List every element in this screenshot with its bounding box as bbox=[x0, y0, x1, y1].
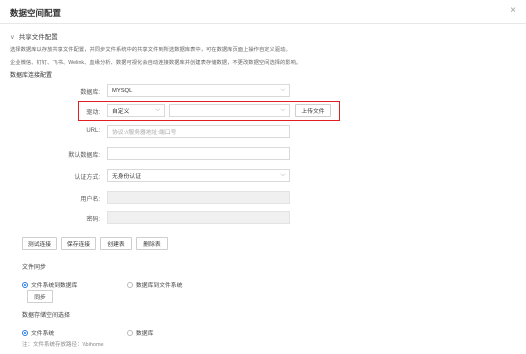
auth-label: 认证方式: bbox=[74, 175, 100, 181]
delete-table-button[interactable]: 删除表 bbox=[136, 237, 168, 250]
section-header[interactable]: ∨ 共享文件配置 bbox=[10, 31, 58, 41]
database-value: MYSQL bbox=[112, 87, 133, 94]
sync-option-db-to-fs[interactable]: 数据库到文件系统 bbox=[127, 276, 182, 294]
database-select[interactable]: MYSQL ⌵ bbox=[107, 84, 290, 97]
database-label: 数据库: bbox=[80, 90, 100, 96]
default-db-label: 默认数据库: bbox=[68, 153, 100, 159]
section-title: 共享文件配置 bbox=[18, 34, 58, 41]
storage-title: 数据存储空间选择 bbox=[22, 313, 71, 319]
url-label: URL: bbox=[86, 128, 100, 134]
upload-file-button[interactable]: 上传文件 bbox=[295, 104, 331, 117]
description-line-2: 企业微信、钉钉、飞书、Welink、血缘分析、数据可视化会自动连接数据库并创建表… bbox=[10, 60, 302, 66]
username-input[interactable] bbox=[107, 191, 290, 204]
chevron-down-icon: ∨ bbox=[10, 34, 15, 41]
storage-path-note: 注：文件系统存放路径：\\bihome bbox=[22, 342, 104, 348]
page-title: 数据空间配置 bbox=[10, 8, 62, 18]
driver-select[interactable]: 自定义 ⌵ bbox=[107, 104, 165, 117]
sync-option-fs-to-db-label: 文件系统到数据库 bbox=[31, 283, 78, 290]
storage-option-db[interactable]: 数据库 bbox=[127, 324, 153, 342]
driver-label: 驱动: bbox=[86, 110, 100, 116]
radio-selected-icon bbox=[22, 281, 28, 288]
test-connection-button[interactable]: 测试连接 bbox=[22, 237, 57, 250]
chevron-down-icon: ⌵ bbox=[155, 107, 160, 113]
db-config-title: 数据库连接配置 bbox=[10, 73, 53, 79]
driver-value: 自定义 bbox=[112, 109, 130, 115]
password-input[interactable] bbox=[107, 211, 290, 224]
sync-option-db-to-fs-label: 数据库到文件系统 bbox=[136, 283, 183, 290]
save-connection-button[interactable]: 保存连接 bbox=[61, 237, 96, 250]
auth-select[interactable]: 无身份认证 ⌵ bbox=[107, 169, 290, 182]
chevron-down-icon: ⌵ bbox=[280, 87, 285, 93]
chevron-down-icon: ⌵ bbox=[280, 107, 285, 113]
chevron-down-icon: ⌵ bbox=[280, 172, 285, 178]
radio-unselected-icon bbox=[127, 281, 133, 288]
auth-value: 无身份认证 bbox=[112, 174, 141, 180]
password-label: 密码: bbox=[86, 217, 100, 223]
description-line-1: 选择数据库以存放共享文件配置，并同步文件系统中的共享文件到所选数据库表中，可在数… bbox=[10, 47, 291, 53]
sync-button[interactable]: 同步 bbox=[27, 290, 53, 303]
url-input[interactable]: 协议://服务器地址:端口号 bbox=[107, 125, 290, 138]
storage-option-fs-label: 文件系统 bbox=[31, 331, 55, 338]
username-label: 用户名: bbox=[80, 197, 100, 203]
default-db-input[interactable] bbox=[107, 147, 290, 160]
url-placeholder: 协议://服务器地址:端口号 bbox=[112, 130, 177, 136]
file-sync-title: 文件同步 bbox=[22, 265, 47, 271]
radio-selected-icon bbox=[22, 329, 28, 336]
close-icon[interactable]: × bbox=[510, 6, 516, 16]
storage-option-db-label: 数据库 bbox=[136, 331, 154, 338]
header-divider bbox=[0, 23, 526, 24]
radio-unselected-icon bbox=[127, 329, 133, 336]
driver-file-select[interactable]: ⌵ bbox=[169, 104, 290, 117]
create-table-button[interactable]: 创建表 bbox=[100, 237, 132, 250]
